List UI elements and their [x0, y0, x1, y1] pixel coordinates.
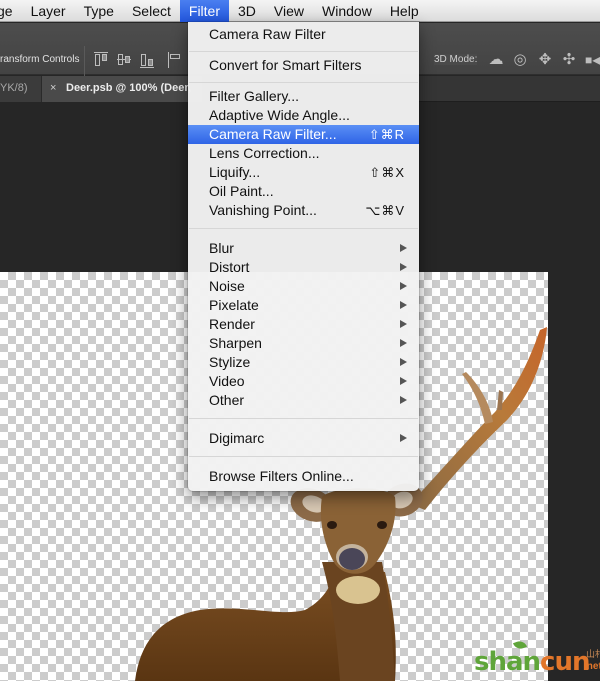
menu-image[interactable]: ge	[0, 0, 22, 22]
shortcut-label: ⇧⌘X	[369, 165, 405, 180]
menu-item-browse-filters-online[interactable]: Browse Filters Online...	[188, 467, 419, 486]
align-left-edges-icon[interactable]	[168, 52, 182, 68]
menu-item-other[interactable]: Other	[188, 391, 419, 410]
menu-view[interactable]: View	[265, 0, 313, 22]
menu-item-blur[interactable]: Blur	[188, 239, 419, 258]
shortcut-label: ⇧⌘R	[368, 127, 405, 142]
align-vertical-centers-icon[interactable]	[117, 52, 131, 68]
tab-title: Deer.psb @ 100% (Deer,	[66, 82, 192, 94]
submenu-arrow-icon	[400, 320, 407, 328]
menu-help[interactable]: Help	[381, 0, 428, 22]
filter-menu-dropdown: Camera Raw Filter Convert for Smart Filt…	[188, 22, 419, 491]
menu-item-last-filter[interactable]: Camera Raw Filter	[188, 25, 419, 44]
menu-item-lens-correction[interactable]: Lens Correction...	[188, 144, 419, 163]
submenu-arrow-icon	[400, 339, 407, 347]
menu-layer[interactable]: Layer	[22, 0, 75, 22]
menu-item-camera-raw-filter[interactable]: Camera Raw Filter... ⇧⌘R	[188, 125, 419, 144]
slide-3d-icon[interactable]: ✣	[560, 51, 578, 69]
deer-antler-tine	[462, 372, 493, 424]
toolbar-divider	[84, 46, 85, 76]
document-tab-previous[interactable]: YK/8)	[0, 76, 42, 102]
menu-filter[interactable]: Filter	[179, 0, 230, 22]
menu-item-liquify[interactable]: Liquify... ⇧⌘X	[188, 163, 419, 182]
shortcut-label: ⌥⌘V	[365, 203, 405, 218]
document-tab-deer[interactable]: × Deer.psb @ 100% (Deer,	[42, 76, 202, 102]
menu-item-convert-smart-filters[interactable]: Convert for Smart Filters	[188, 56, 419, 75]
roll-3d-icon[interactable]: ◎	[511, 51, 529, 69]
submenu-arrow-icon	[400, 244, 407, 252]
3d-mode-label: 3D Mode:	[434, 54, 478, 65]
deer-nose	[339, 548, 365, 570]
menu-3d[interactable]: 3D	[229, 0, 265, 22]
menu-item-stylize[interactable]: Stylize	[188, 353, 419, 372]
menu-separator	[189, 456, 418, 457]
submenu-arrow-icon	[400, 358, 407, 366]
deer-antler	[410, 327, 547, 510]
deer-throat-patch	[336, 576, 380, 604]
menu-item-adaptive-wide-angle[interactable]: Adaptive Wide Angle...	[188, 106, 419, 125]
deer-eye-right	[377, 521, 387, 529]
menu-item-vanishing-point[interactable]: Vanishing Point... ⌥⌘V	[188, 201, 419, 220]
menu-window[interactable]: Window	[313, 0, 381, 22]
scale-3d-icon[interactable]: ■◀	[585, 51, 600, 69]
submenu-arrow-icon	[400, 377, 407, 385]
menu-select[interactable]: Select	[123, 0, 180, 22]
submenu-arrow-icon	[400, 263, 407, 271]
menu-item-filter-gallery[interactable]: Filter Gallery...	[188, 87, 419, 106]
submenu-arrow-icon	[400, 282, 407, 290]
menu-item-digimarc[interactable]: Digimarc	[188, 429, 419, 448]
menu-separator	[189, 418, 418, 419]
submenu-arrow-icon	[400, 434, 407, 442]
tab-title: YK/8)	[0, 82, 28, 94]
deer-eye-left	[327, 521, 337, 529]
rotate-3d-icon[interactable]: ☁	[487, 51, 505, 69]
deer-antler-tine	[497, 390, 503, 410]
menu-type[interactable]: Type	[75, 0, 123, 22]
menu-item-sharpen[interactable]: Sharpen	[188, 334, 419, 353]
drag-3d-icon[interactable]: ✥	[536, 51, 554, 69]
menu-item-oil-paint[interactable]: Oil Paint...	[188, 182, 419, 201]
menu-separator	[189, 228, 418, 229]
watermark-logo: shancun 山村 .net	[474, 639, 600, 677]
menu-item-distort[interactable]: Distort	[188, 258, 419, 277]
menu-item-noise[interactable]: Noise	[188, 277, 419, 296]
align-top-edges-icon[interactable]	[94, 52, 108, 68]
align-bottom-edges-icon[interactable]	[140, 52, 154, 68]
menu-item-render[interactable]: Render	[188, 315, 419, 334]
menu-separator	[189, 51, 418, 52]
menu-separator	[189, 82, 418, 83]
menu-item-video[interactable]: Video	[188, 372, 419, 391]
transform-controls-checkbox-label[interactable]: ransform Controls	[0, 54, 79, 65]
submenu-arrow-icon	[400, 396, 407, 404]
close-icon[interactable]: ×	[50, 76, 56, 100]
submenu-arrow-icon	[400, 301, 407, 309]
menu-item-pixelate[interactable]: Pixelate	[188, 296, 419, 315]
menu-bar: ge Layer Type Select Filter 3D View Wind…	[0, 0, 600, 22]
